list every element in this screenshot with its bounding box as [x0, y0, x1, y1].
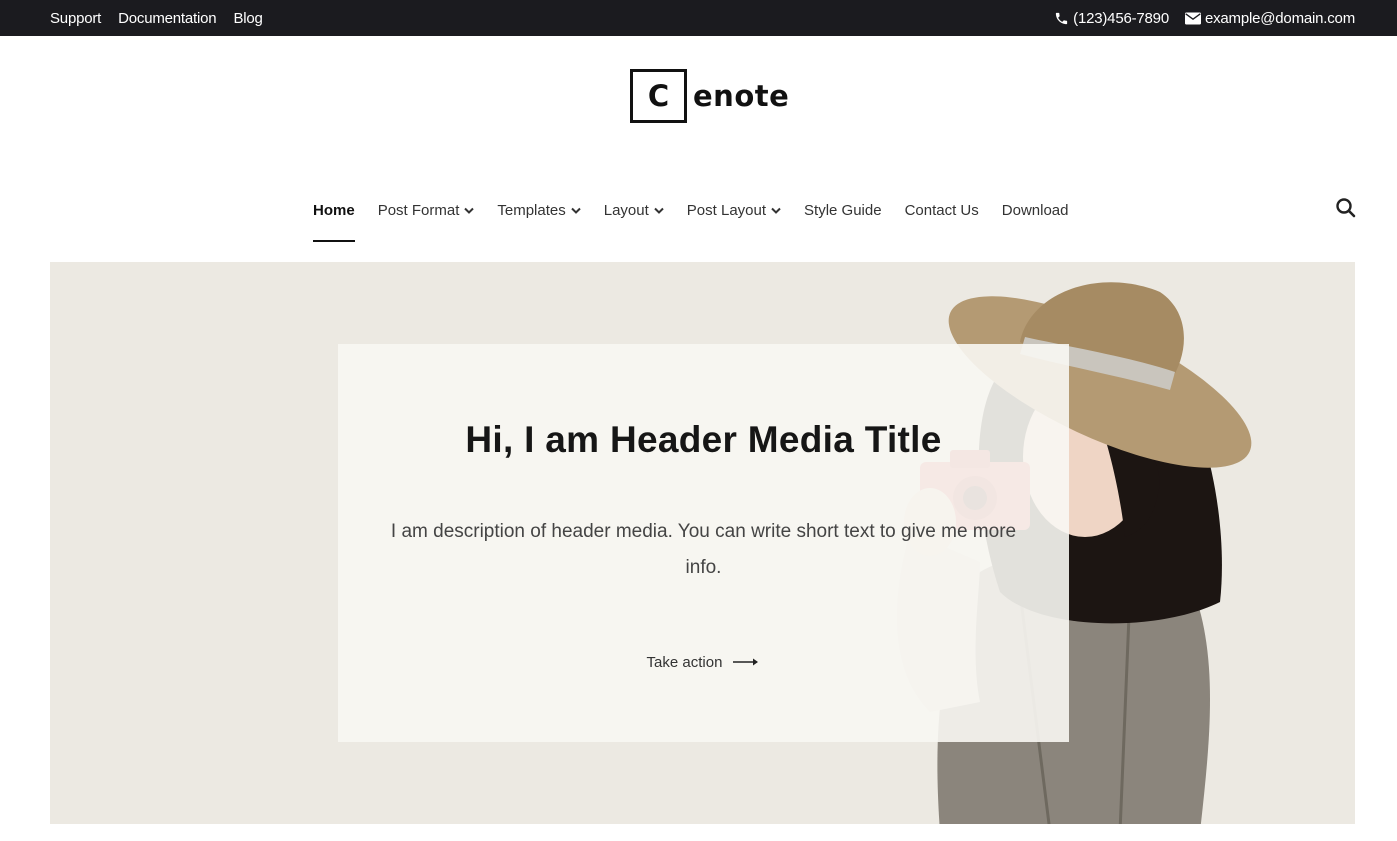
- logo-text: enote: [693, 79, 790, 113]
- email-contact[interactable]: example@domain.com: [1184, 9, 1355, 27]
- top-bar: Support Documentation Blog (123)456-7890…: [0, 0, 1397, 36]
- chevron-down-icon: [654, 207, 664, 214]
- nav-item-label: Contact Us: [904, 201, 979, 219]
- site-logo[interactable]: C enote: [630, 69, 789, 123]
- nav-item-label: Download: [1001, 201, 1069, 219]
- phone-contact[interactable]: (123)456-7890: [1054, 10, 1169, 27]
- top-link-support[interactable]: Support: [50, 10, 101, 27]
- nav-item-label: Home: [313, 201, 355, 219]
- nav-item-contact-us[interactable]: Contact Us: [905, 202, 979, 219]
- nav-item-label: Post Layout: [686, 201, 767, 219]
- nav-item-label: Layout: [603, 201, 649, 219]
- top-link-documentation[interactable]: Documentation: [118, 10, 216, 27]
- nav-item-layout[interactable]: Layout: [604, 202, 664, 219]
- chevron-down-icon: [464, 207, 475, 214]
- nav-item-post-layout[interactable]: Post Layout: [687, 202, 781, 219]
- email-address: example@domain.com: [1204, 9, 1355, 27]
- nav-item-download[interactable]: Download: [1002, 202, 1069, 219]
- envelope-icon: [1184, 12, 1201, 25]
- nav-item-label: Post Format: [377, 201, 460, 219]
- header-media-card: Hi, I am Header Media Title I am descrip…: [338, 344, 1069, 742]
- top-link-blog[interactable]: Blog: [233, 10, 262, 27]
- nav-item-label: Templates: [497, 201, 566, 219]
- take-action-label: Take action: [646, 654, 723, 671]
- contact-info: (123)456-7890 example@domain.com: [1054, 0, 1355, 36]
- top-links: Support Documentation Blog: [50, 0, 263, 36]
- arrow-right-icon: [732, 654, 760, 671]
- nav-item-home[interactable]: Home: [313, 201, 355, 242]
- nav-item-label: Style Guide: [804, 201, 882, 219]
- header-media: Hi, I am Header Media Title I am descrip…: [50, 262, 1355, 824]
- chevron-down-icon: [771, 207, 781, 214]
- search-icon[interactable]: [1335, 197, 1357, 219]
- main-navigation: Home Post Format Templates Layout Post L…: [313, 196, 1069, 242]
- nav-item-post-format[interactable]: Post Format: [378, 202, 475, 219]
- header-media-description: I am description of header media. You ca…: [390, 521, 1017, 578]
- phone-icon: [1054, 11, 1069, 26]
- nav-item-templates[interactable]: Templates: [497, 201, 581, 219]
- logo-initial-box: C: [630, 69, 687, 123]
- phone-number: (123)456-7890: [1073, 9, 1169, 27]
- header-media-title: Hi, I am Header Media Title: [465, 419, 942, 460]
- chevron-down-icon: [571, 207, 581, 214]
- nav-item-style-guide[interactable]: Style Guide: [804, 202, 882, 219]
- take-action-link[interactable]: Take action: [338, 654, 1069, 671]
